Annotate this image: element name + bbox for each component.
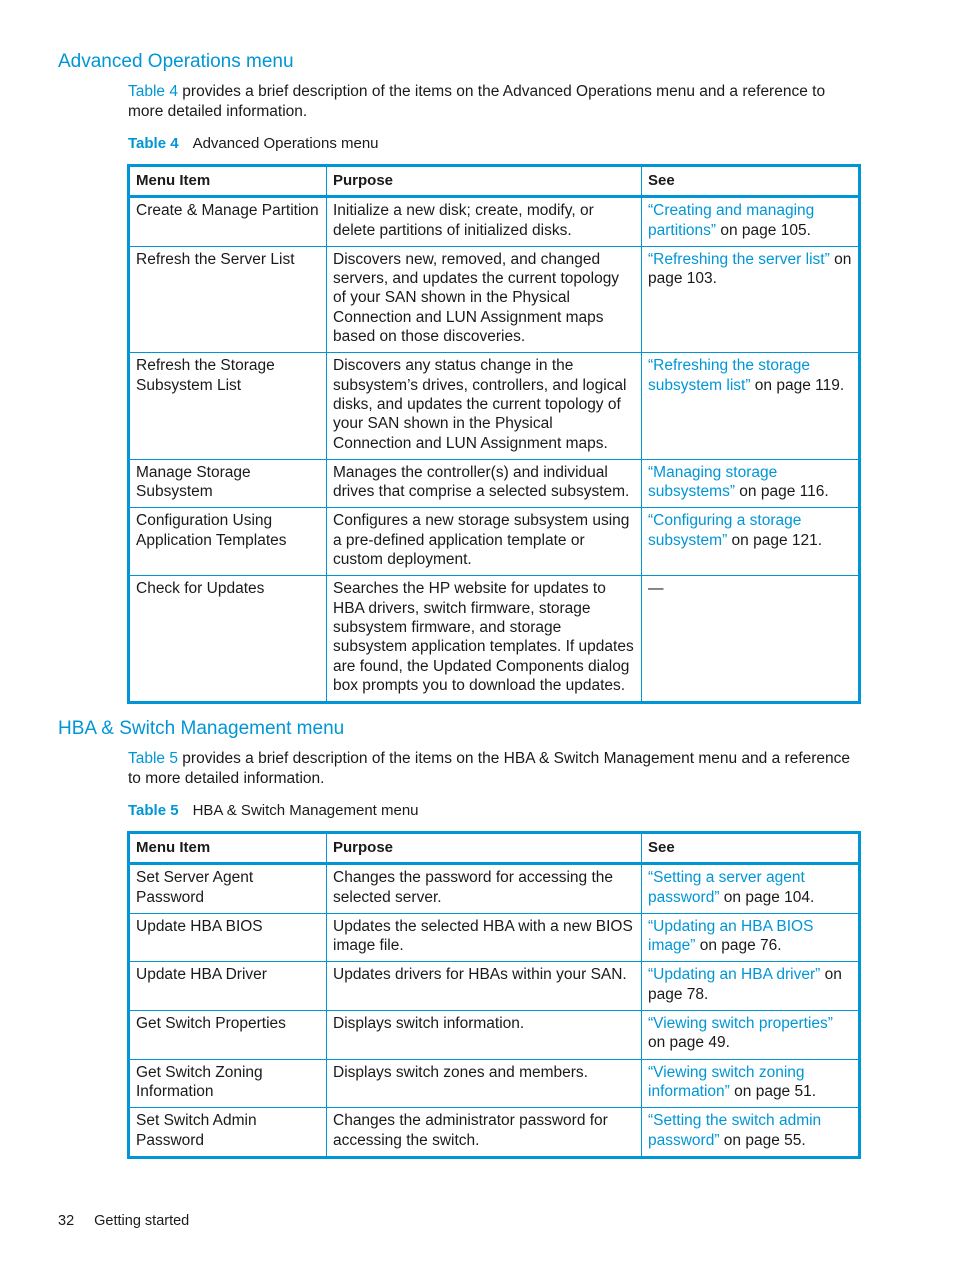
menu-item-cell: Manage Storage Subsystem <box>128 458 327 509</box>
see-cell: “Updating an HBA driver” on page 78. <box>641 961 860 1012</box>
see-cell: “Refreshing the storage subsystem list” … <box>641 352 860 460</box>
table-reference-link[interactable]: Table 4 <box>128 83 178 100</box>
table-row: Refresh the Storage Subsystem List Discov… <box>128 352 860 460</box>
column-header: See <box>641 831 860 866</box>
see-cell: — <box>641 575 860 704</box>
table-row: Check for Updates Searches the HP website… <box>128 575 860 704</box>
see-cell: “Setting the switch admin password” on p… <box>641 1107 860 1158</box>
purpose-cell: Displays switch information. <box>326 1010 642 1060</box>
table-row: Configuration Using Application Template… <box>128 507 860 577</box>
column-header: See <box>641 164 860 199</box>
page-reference: on page 76. <box>695 937 782 955</box>
section-intro: Table 5 provides a brief description of … <box>128 750 851 787</box>
table-row: Update HBA Driver Updates drivers for HBA… <box>128 961 860 1012</box>
see-cell: “Updating an HBA BIOS image” on page 76. <box>641 912 860 963</box>
see-cell: “Creating and managing partitions” on pa… <box>641 196 860 247</box>
menu-item-cell: Refresh the Server List <box>128 245 327 354</box>
hba-switch-management-table: Menu Item Purpose See Set Server Agent P… <box>127 831 861 1159</box>
table-reference-link[interactable]: Table 5 <box>128 750 178 767</box>
column-header: Menu Item <box>128 164 327 199</box>
purpose-cell: Updates drivers for HBAs within your SAN… <box>326 961 642 1012</box>
see-cell: “Viewing switch zoning information” on p… <box>641 1058 860 1109</box>
menu-item-cell: Get Switch Properties <box>128 1010 327 1060</box>
table-row: Get Switch Zoning Information Displays sw… <box>128 1058 860 1109</box>
page-reference: on page 116. <box>735 483 829 501</box>
menu-item-cell: Set Switch Admin Password <box>128 1107 327 1158</box>
page-reference: on page 51. <box>729 1082 817 1100</box>
page-reference: on page 105. <box>716 221 811 239</box>
page-footer: 32 Getting started <box>58 1213 189 1229</box>
menu-item-cell: Update HBA Driver <box>128 961 327 1012</box>
table-row: Refresh the Server List Discovers new, re… <box>128 245 860 354</box>
see-cell: “Configuring a storage subsystem” on pag… <box>641 507 860 577</box>
menu-item-cell: Configuration Using Application Template… <box>128 507 327 577</box>
page-reference: on page 49. <box>648 1034 730 1052</box>
purpose-cell: Updates the selected HBA with a new BIOS… <box>326 912 642 963</box>
page-reference: on page 104. <box>719 888 815 906</box>
table-header-row: Menu Item Purpose See <box>128 831 860 866</box>
cross-reference-link[interactable]: “Updating an HBA driver” <box>648 966 820 983</box>
page-reference: — <box>648 580 664 598</box>
page-reference: on page 55. <box>719 1131 806 1149</box>
menu-item-cell: Get Switch Zoning Information <box>128 1058 327 1109</box>
purpose-cell: Manages the controller(s) and individual… <box>326 458 642 509</box>
menu-item-cell: Check for Updates <box>128 575 327 704</box>
section-heading: HBA & Switch Management menu <box>58 718 345 739</box>
advanced-operations-table: Menu Item Purpose See Create & Manage Pa… <box>127 164 861 705</box>
purpose-cell: Changes the administrator password for a… <box>326 1107 642 1158</box>
purpose-cell: Discovers any status change in the subsy… <box>326 352 642 460</box>
table-header-row: Menu Item Purpose See <box>128 164 860 199</box>
purpose-cell: Changes the password for accessing the s… <box>326 863 642 914</box>
page-number: 32 <box>58 1213 75 1229</box>
purpose-cell: Searches the HP website for updates to H… <box>326 575 642 704</box>
menu-item-cell: Create & Manage Partition <box>128 196 327 247</box>
table-row: Manage Storage Subsystem Manages the cont… <box>128 458 860 509</box>
table-row: Update HBA BIOS Updates the selected HBA … <box>128 912 860 963</box>
see-cell: “Setting a server agent password” on pag… <box>641 863 860 914</box>
page-reference: on page 121. <box>727 531 823 549</box>
see-cell: “Managing storage subsystems” on page 11… <box>641 458 860 509</box>
see-cell: “Viewing switch properties” on page 49. <box>641 1010 860 1060</box>
page-reference: on page 119. <box>750 376 845 394</box>
column-header: Purpose <box>326 164 642 199</box>
cross-reference-link[interactable]: “Viewing switch properties” <box>648 1015 833 1032</box>
table-row: Set Switch Admin Password Changes the adm… <box>128 1107 860 1158</box>
table-row: Set Server Agent Password Changes the pas… <box>128 863 860 914</box>
column-header: Menu Item <box>128 831 327 866</box>
purpose-cell: Configures a new storage subsystem using… <box>326 507 642 577</box>
table-caption: Table 5 HBA & Switch Management menu <box>128 802 419 819</box>
purpose-cell: Initialize a new disk; create, modify, o… <box>326 196 642 247</box>
table-row: Get Switch Properties Displays switch inf… <box>128 1010 860 1060</box>
column-header: Purpose <box>326 831 642 866</box>
see-cell: “Refreshing the server list” on page 103… <box>641 245 860 354</box>
purpose-cell: Displays switch zones and members. <box>326 1058 642 1109</box>
chapter-title: Getting started <box>94 1213 190 1229</box>
section-heading: Advanced Operations menu <box>58 51 294 72</box>
menu-item-cell: Set Server Agent Password <box>128 863 327 914</box>
purpose-cell: Discovers new, removed, and changed serv… <box>326 245 642 354</box>
table-row: Create & Manage Partition Initialize a ne… <box>128 196 860 247</box>
section-intro: Table 4 provides a brief description of … <box>128 83 826 120</box>
table-caption: Table 4 Advanced Operations menu <box>128 135 379 152</box>
menu-item-cell: Update HBA BIOS <box>128 912 327 963</box>
menu-item-cell: Refresh the Storage Subsystem List <box>128 352 327 460</box>
cross-reference-link[interactable]: “Refreshing the server list” <box>648 251 830 268</box>
